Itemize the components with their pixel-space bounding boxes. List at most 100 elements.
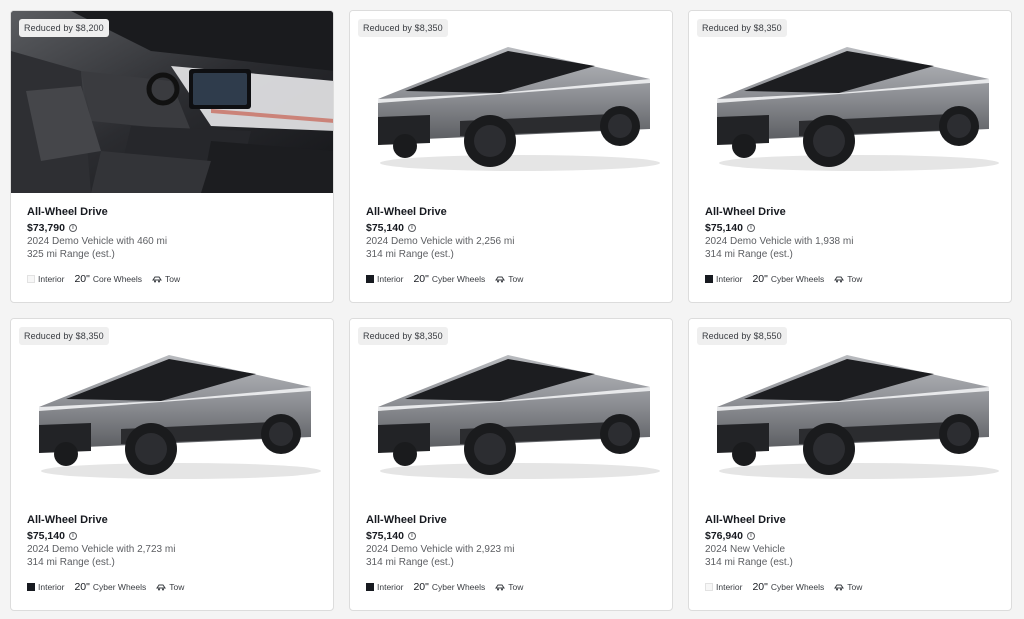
wheel-size: 20" [74, 273, 90, 285]
interior-feature: Interior [366, 274, 403, 284]
vehicle-range: 314 mi Range (est.) [27, 557, 115, 568]
interior-feature: Interior [27, 582, 64, 592]
info-icon[interactable]: i [407, 224, 416, 232]
wheel-label: Core Wheels [92, 274, 143, 284]
tow-icon [834, 276, 845, 283]
vehicle-card[interactable]: Reduced by $8,350 All-Wheel Drive $75,14… [688, 10, 1012, 303]
tow-icon [495, 584, 506, 591]
wheels-feature: 20" Cyber Wheels [752, 273, 824, 285]
feature-list: Interior 20" Cyber Wheels Tow [366, 273, 533, 285]
feature-list: Interior 20" Cyber Wheels Tow [27, 581, 194, 593]
tow-label: Tow [508, 274, 524, 284]
vehicle-card[interactable]: Reduced by $8,350 All-Wheel Drive $75,14… [10, 318, 334, 611]
inventory-grid: Reduced by $8,200 All-Wheel Drive $73,79… [0, 0, 1024, 619]
vehicle-image-cybertruck[interactable]: Reduced by $8,350 [350, 319, 672, 501]
wheel-size: 20" [413, 273, 429, 285]
trim-title: All-Wheel Drive [366, 206, 447, 218]
interior-label: Interior [377, 582, 404, 592]
wheel-label: Cyber Wheels [770, 274, 825, 284]
trim-title: All-Wheel Drive [705, 514, 786, 526]
info-icon[interactable]: i [68, 224, 77, 232]
wheel-label: Cyber Wheels [431, 274, 486, 284]
info-icon[interactable]: i [68, 532, 77, 540]
vehicle-range: 314 mi Range (est.) [366, 249, 454, 260]
tow-icon [152, 276, 162, 283]
wheel-size: 20" [413, 581, 429, 593]
price: $75,140 [27, 530, 65, 542]
interior-color-swatch [366, 275, 374, 283]
vehicle-image-interior[interactable]: Reduced by $8,200 [11, 11, 333, 193]
trim-title: All-Wheel Drive [27, 514, 108, 526]
wheel-label: Cyber Wheels [770, 582, 825, 592]
feature-list: Interior 20" Cyber Wheels Tow [366, 581, 533, 593]
tow-icon [495, 276, 506, 283]
price-reduction-badge: Reduced by $8,350 [358, 327, 448, 345]
interior-feature: Interior [705, 582, 742, 592]
vehicle-condition: 2024 Demo Vehicle with 2,723 mi [27, 544, 176, 555]
wheel-label: Cyber Wheels [431, 582, 486, 592]
interior-feature: Interior [27, 274, 64, 284]
price-reduction-badge: Reduced by $8,350 [697, 19, 787, 37]
interior-color-swatch [27, 583, 35, 591]
tow-label: Tow [165, 274, 181, 284]
feature-list: Interior 20" Cyber Wheels Tow [705, 581, 872, 593]
tow-label: Tow [847, 582, 863, 592]
vehicle-card[interactable]: Reduced by $8,350 All-Wheel Drive $75,14… [349, 318, 673, 611]
feature-list: Interior 20" Core Wheels Tow [27, 273, 190, 285]
interior-feature: Interior [705, 274, 742, 284]
vehicle-card[interactable]: Reduced by $8,200 All-Wheel Drive $73,79… [10, 10, 334, 303]
vehicle-range: 325 mi Range (est.) [27, 249, 115, 260]
trim-title: All-Wheel Drive [27, 206, 108, 218]
vehicle-description: 2024 Demo Vehicle with 1,938 mi 314 mi R… [705, 235, 853, 261]
wheel-label: Cyber Wheels [92, 582, 147, 592]
price-row: $75,140 i [27, 530, 77, 542]
price-row: $73,790 i [27, 222, 77, 234]
feature-list: Interior 20" Cyber Wheels Tow [705, 273, 872, 285]
price-reduction-badge: Reduced by $8,550 [697, 327, 787, 345]
vehicle-card[interactable]: Reduced by $8,350 All-Wheel Drive $75,14… [349, 10, 673, 303]
price: $73,790 [27, 222, 65, 234]
interior-color-swatch [705, 583, 713, 591]
vehicle-condition: 2024 Demo Vehicle with 2,923 mi [366, 544, 515, 555]
interior-label: Interior [716, 582, 743, 592]
wheel-size: 20" [74, 581, 90, 593]
wheel-size: 20" [752, 581, 768, 593]
price-row: $76,940 i [705, 530, 755, 542]
price-reduction-badge: Reduced by $8,200 [19, 19, 109, 37]
info-icon[interactable]: i [407, 532, 416, 540]
price-reduction-badge: Reduced by $8,350 [358, 19, 448, 37]
tow-feature: Tow [156, 582, 184, 592]
vehicle-condition: 2024 New Vehicle [705, 544, 786, 555]
vehicle-image-cybertruck[interactable]: Reduced by $8,350 [11, 319, 333, 501]
interior-color-swatch [705, 275, 713, 283]
tow-feature: Tow [152, 274, 180, 284]
info-icon[interactable]: i [746, 532, 755, 540]
wheels-feature: 20" Cyber Wheels [74, 581, 146, 593]
vehicle-condition: 2024 Demo Vehicle with 2,256 mi [366, 236, 515, 247]
info-icon[interactable]: i [746, 224, 755, 232]
interior-color-swatch [366, 583, 374, 591]
wheel-size: 20" [752, 273, 768, 285]
vehicle-description: 2024 Demo Vehicle with 2,723 mi 314 mi R… [27, 543, 175, 569]
vehicle-image-cybertruck[interactable]: Reduced by $8,550 [689, 319, 1011, 501]
wheels-feature: 20" Core Wheels [74, 273, 142, 285]
interior-feature: Interior [366, 582, 403, 592]
tow-feature: Tow [834, 582, 862, 592]
price: $75,140 [366, 530, 404, 542]
vehicle-description: 2024 Demo Vehicle with 2,256 mi 314 mi R… [366, 235, 514, 261]
interior-label: Interior [38, 582, 65, 592]
wheels-feature: 20" Cyber Wheels [752, 581, 824, 593]
tow-feature: Tow [834, 274, 862, 284]
vehicle-description: 2024 New Vehicle 314 mi Range (est.) [705, 543, 793, 569]
vehicle-image-cybertruck[interactable]: Reduced by $8,350 [689, 11, 1011, 193]
vehicle-description: 2024 Demo Vehicle with 2,923 mi 314 mi R… [366, 543, 514, 569]
vehicle-range: 314 mi Range (est.) [705, 249, 793, 260]
wheels-feature: 20" Cyber Wheels [413, 581, 485, 593]
vehicle-image-cybertruck[interactable]: Reduced by $8,350 [350, 11, 672, 193]
tow-label: Tow [508, 582, 524, 592]
vehicle-description: 2024 Demo Vehicle with 460 mi 325 mi Ran… [27, 235, 167, 261]
tow-feature: Tow [495, 582, 523, 592]
interior-color-swatch [27, 275, 35, 283]
price-row: $75,140 i [366, 530, 416, 542]
vehicle-card[interactable]: Reduced by $8,550 All-Wheel Drive $76,94… [688, 318, 1012, 611]
